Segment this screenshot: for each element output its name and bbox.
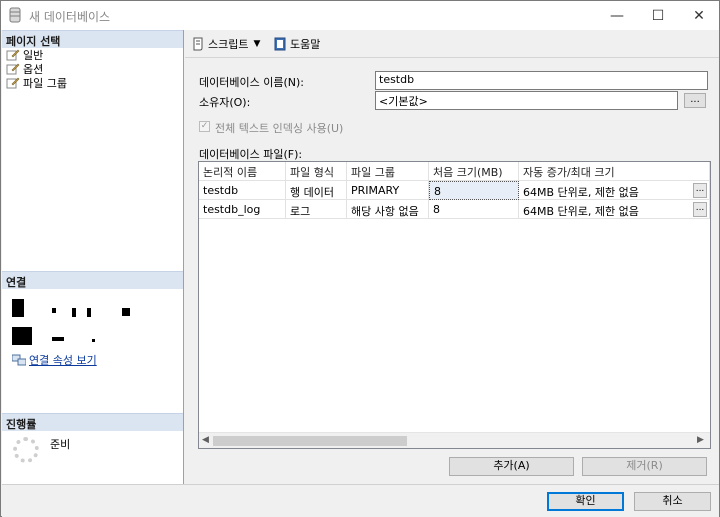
close-button[interactable]: ✕ <box>679 1 719 30</box>
window-title: 새 데이터베이스 <box>29 10 111 24</box>
connection-properties-link[interactable]: 연결 속성 보기 <box>12 353 97 367</box>
logical-name-cell[interactable]: testdb <box>199 181 286 200</box>
db-name-input[interactable]: testdb <box>375 71 708 90</box>
script-button[interactable]: 스크립트 ▼ <box>191 36 260 52</box>
ok-button[interactable]: 확인 <box>547 492 624 511</box>
script-label: 스크립트 <box>208 38 249 51</box>
wrench-page-icon <box>6 77 20 89</box>
column-header[interactable]: 파일 그룹 <box>347 162 429 181</box>
connection-link-label[interactable]: 연결 속성 보기 <box>29 352 97 368</box>
connection-icon <box>12 354 26 366</box>
owner-input[interactable]: <기본값> <box>375 91 678 110</box>
column-header[interactable]: 자동 증가/최대 크기 <box>519 162 710 181</box>
database-icon <box>9 7 21 23</box>
initial-size-cell[interactable]: 8 <box>429 200 519 219</box>
scroll-thumb[interactable] <box>213 436 407 446</box>
page-item-filegroups[interactable]: 파일 그룹 <box>6 76 67 90</box>
progress-spinner-icon <box>13 437 39 463</box>
new-database-dialog: 새 데이터베이스 — ☐ ✕ 페이지 선택 일반 옵션 파일 그룹 연결 연결 … <box>0 0 720 517</box>
wrench-page-icon <box>6 49 20 61</box>
dialog-button-bar: 확인 취소 <box>2 484 719 517</box>
db-files-label: 데이터베이스 파일(F): <box>199 148 303 161</box>
fulltext-checkbox[interactable]: ✓ <box>199 121 210 132</box>
owner-browse-button[interactable]: ... <box>684 93 706 108</box>
autogrowth-cell[interactable]: 64MB 단위로, 제한 없음 <box>519 181 710 200</box>
column-header[interactable]: 논리적 이름 <box>199 162 286 181</box>
add-button[interactable]: 추가(A) <box>449 457 574 476</box>
filegroup-cell[interactable]: 해당 사항 없음 <box>347 200 429 219</box>
help-book-icon <box>274 37 286 51</box>
table-row[interactable]: testdb 행 데이터 PRIMARY 8 64MB 단위로, 제한 없음 .… <box>199 181 710 200</box>
initial-size-cell[interactable]: 8 <box>429 181 519 200</box>
file-type-cell[interactable]: 로그 <box>286 200 347 219</box>
connection-header: 연결 <box>2 271 183 289</box>
title-bar: 새 데이터베이스 — ☐ ✕ <box>1 1 719 30</box>
script-icon <box>193 37 203 51</box>
autogrowth-edit-button[interactable]: ... <box>693 202 707 217</box>
file-type-cell[interactable]: 행 데이터 <box>286 181 347 200</box>
db-name-label: 데이터베이스 이름(N): <box>199 76 304 89</box>
dropdown-arrow-icon[interactable]: ▼ <box>253 39 260 49</box>
cancel-button[interactable]: 취소 <box>634 492 711 511</box>
column-header[interactable]: 처음 크기(MB) <box>429 162 519 181</box>
fulltext-label: 전체 텍스트 인덱싱 사용(U) <box>215 122 344 135</box>
column-header[interactable]: 파일 형식 <box>286 162 347 181</box>
horizontal-scrollbar[interactable]: ◀ ▶ <box>199 432 710 448</box>
progress-header: 진행률 <box>2 413 183 431</box>
page-item-label: 파일 그룹 <box>23 77 67 90</box>
scroll-left-icon[interactable]: ◀ <box>202 435 209 445</box>
autogrowth-cell[interactable]: 64MB 단위로, 제한 없음 <box>519 200 710 219</box>
remove-button[interactable]: 제거(R) <box>582 457 707 476</box>
left-pane: 페이지 선택 일반 옵션 파일 그룹 연결 연결 속성 보기 진행률 준비 <box>2 30 184 484</box>
page-select-header: 페이지 선택 <box>2 30 183 48</box>
general-page-content: 데이터베이스 이름(N): testdb 소유자(O): <기본값> ... ✓… <box>185 59 719 484</box>
logical-name-cell[interactable]: testdb_log <box>199 200 286 219</box>
progress-status: 준비 <box>50 438 71 451</box>
help-button[interactable]: 도움말 <box>273 36 320 52</box>
wrench-page-icon <box>6 63 20 75</box>
help-label: 도움말 <box>290 38 321 51</box>
minimize-button[interactable]: — <box>597 1 637 30</box>
grid-header-row: 논리적 이름 파일 형식 파일 그룹 처음 크기(MB) 자동 증가/최대 크기 <box>199 162 710 181</box>
scroll-right-icon[interactable]: ▶ <box>697 435 704 445</box>
db-files-grid: 논리적 이름 파일 형식 파일 그룹 처음 크기(MB) 자동 증가/최대 크기… <box>198 161 711 449</box>
filegroup-cell[interactable]: PRIMARY <box>347 181 429 200</box>
autogrowth-edit-button[interactable]: ... <box>693 183 707 198</box>
toolbar: 스크립트 ▼ 도움말 <box>185 31 719 58</box>
table-row[interactable]: testdb_log 로그 해당 사항 없음 8 64MB 단위로, 제한 없음… <box>199 200 710 219</box>
page-item-options[interactable]: 옵션 <box>6 62 43 76</box>
page-item-general[interactable]: 일반 <box>6 48 43 62</box>
owner-label: 소유자(O): <box>199 96 251 109</box>
maximize-button[interactable]: ☐ <box>638 1 678 30</box>
